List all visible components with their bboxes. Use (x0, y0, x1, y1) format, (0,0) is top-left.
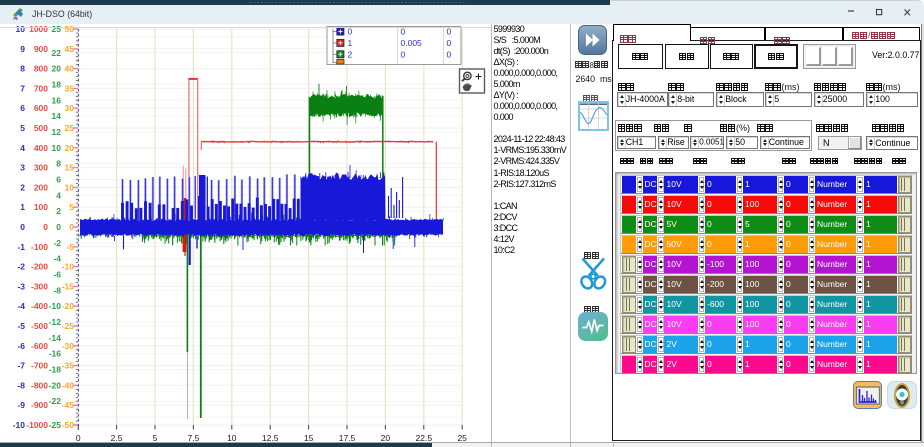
svg-text:-4: -4 (17, 301, 25, 311)
svg-text:so: so (13, 16, 19, 21)
svg-text:25: 25 (52, 24, 62, 34)
svg-text:-5: -5 (66, 242, 74, 252)
svg-text:-10: -10 (62, 262, 75, 272)
svg-text:5: 5 (69, 202, 74, 212)
svg-text:-6: -6 (53, 270, 61, 280)
svg-text:-2: -2 (17, 262, 25, 272)
svg-text:10: 10 (65, 182, 75, 192)
svg-text:-500: -500 (31, 321, 48, 331)
svg-text:2: 2 (20, 182, 25, 192)
svg-text:18: 18 (52, 79, 62, 89)
svg-text:-300: -300 (31, 281, 48, 291)
svg-text:-20: -20 (62, 301, 75, 311)
svg-text:40: 40 (65, 64, 75, 74)
svg-text:8: 8 (56, 159, 61, 169)
svg-text:0: 0 (401, 49, 406, 59)
svg-text:3: 3 (20, 163, 25, 173)
svg-text:6: 6 (20, 103, 25, 113)
svg-text:50: 50 (65, 24, 75, 34)
svg-text:-2: -2 (53, 238, 61, 248)
svg-text:0: 0 (43, 222, 48, 232)
svg-text:-600: -600 (31, 341, 48, 351)
svg-text:-700: -700 (31, 361, 48, 371)
svg-text:0: 0 (401, 27, 406, 37)
svg-text:100: 100 (34, 202, 48, 212)
svg-text:-35: -35 (62, 361, 75, 371)
svg-text:-8: -8 (17, 380, 25, 390)
svg-text:-18: -18 (49, 365, 62, 375)
svg-text:2: 2 (56, 206, 61, 216)
svg-text:15: 15 (65, 163, 75, 173)
svg-text:-10: -10 (13, 420, 26, 430)
svg-text:-12: -12 (49, 317, 62, 327)
svg-text:-25: -25 (62, 321, 75, 331)
svg-text:-16: -16 (49, 349, 62, 359)
svg-text:300: 300 (34, 163, 48, 173)
svg-text:8: 8 (20, 64, 25, 74)
svg-text:-8: -8 (53, 285, 61, 295)
svg-text:-5: -5 (17, 321, 25, 331)
svg-text:30: 30 (65, 103, 75, 113)
svg-text:600: 600 (34, 103, 48, 113)
svg-text:-400: -400 (31, 301, 48, 311)
svg-text:-4: -4 (53, 254, 61, 264)
svg-text:0: 0 (56, 222, 61, 232)
svg-text:-1000: -1000 (26, 420, 48, 430)
svg-text:-20: -20 (49, 380, 62, 390)
svg-text:0: 0 (447, 27, 452, 37)
svg-text:-3: -3 (17, 281, 25, 291)
svg-text:12: 12 (52, 127, 62, 137)
svg-text:45: 45 (65, 44, 75, 54)
svg-text:-10: -10 (49, 301, 62, 311)
svg-text:0.005: 0.005 (401, 38, 423, 48)
svg-text:0: 0 (348, 27, 353, 37)
svg-text:-7: -7 (17, 361, 25, 371)
svg-text:1000: 1000 (29, 24, 48, 34)
svg-text:20: 20 (65, 143, 75, 153)
svg-text:900: 900 (34, 44, 48, 54)
svg-text:4: 4 (56, 190, 61, 200)
svg-text:-1: -1 (17, 242, 25, 252)
svg-text:500: 500 (34, 123, 48, 133)
svg-text:10: 10 (16, 24, 26, 34)
svg-text:-22: -22 (49, 396, 62, 406)
svg-text:7: 7 (20, 83, 25, 93)
svg-text:-6: -6 (17, 341, 25, 351)
svg-text:0: 0 (447, 38, 452, 48)
svg-text:800: 800 (34, 64, 48, 74)
svg-text:-14: -14 (49, 333, 62, 343)
svg-text:-40: -40 (62, 380, 75, 390)
svg-text:0: 0 (69, 222, 74, 232)
svg-text:16: 16 (52, 95, 62, 105)
svg-text:6: 6 (56, 175, 61, 185)
svg-text:1: 1 (20, 202, 25, 212)
svg-text:-900: -900 (31, 400, 48, 410)
svg-text:-45: -45 (62, 400, 75, 410)
svg-text:400: 400 (34, 143, 48, 153)
svg-text:-800: -800 (31, 380, 48, 390)
svg-text:700: 700 (34, 83, 48, 93)
svg-text:25: 25 (65, 123, 75, 133)
svg-text:0: 0 (20, 222, 25, 232)
svg-text:-100: -100 (31, 242, 48, 252)
svg-text:14: 14 (52, 111, 62, 121)
svg-text:35: 35 (65, 83, 75, 93)
svg-text:4: 4 (20, 143, 25, 153)
svg-text:9: 9 (20, 44, 25, 54)
svg-text:-25: -25 (49, 420, 62, 430)
svg-text:2: 2 (348, 49, 353, 59)
svg-text:-9: -9 (17, 400, 25, 410)
svg-text:0: 0 (447, 49, 452, 59)
svg-text:1: 1 (348, 38, 353, 48)
svg-text:5: 5 (20, 123, 25, 133)
svg-text:200: 200 (34, 182, 48, 192)
svg-text:-200: -200 (31, 262, 48, 272)
svg-text:-15: -15 (62, 281, 75, 291)
svg-text:-30: -30 (62, 341, 75, 351)
svg-text:-50: -50 (62, 420, 75, 430)
svg-text:22: 22 (52, 48, 62, 58)
svg-text:10: 10 (52, 143, 62, 153)
svg-text:20: 20 (52, 64, 62, 74)
